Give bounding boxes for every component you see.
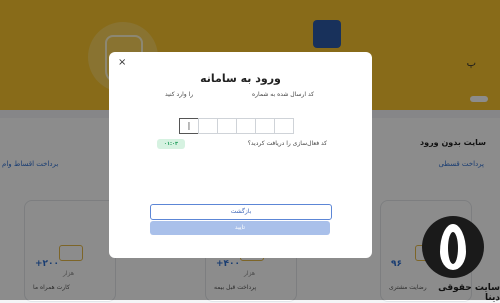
otp-digit-input[interactable] <box>236 118 256 134</box>
watermark-text: سایت حقوقی دینا <box>438 283 500 303</box>
login-modal: × ورود به سامانه کد ارسال شده به شماره ر… <box>109 52 372 258</box>
leaf-inner-shape <box>448 232 458 264</box>
resend-question: کد فعال‌سازی را دریافت کردید؟ <box>247 140 327 147</box>
otp-digit-input[interactable] <box>179 118 199 134</box>
otp-instruction-start: کد ارسال شده به شماره <box>252 91 314 98</box>
countdown-timer: ۰۱:۰۳ <box>157 139 185 149</box>
otp-digit-input[interactable] <box>255 118 275 134</box>
back-button[interactable]: بازگشت <box>150 204 332 220</box>
otp-digit-input[interactable] <box>198 118 218 134</box>
close-icon[interactable]: × <box>118 58 126 68</box>
modal-title: ورود به سامانه <box>200 72 281 85</box>
otp-digit-input[interactable] <box>217 118 237 134</box>
otp-instruction-end: را وارد کنید <box>165 91 194 98</box>
otp-digit-input[interactable] <box>274 118 294 134</box>
otp-input-group <box>179 118 294 134</box>
confirm-button[interactable]: تایید <box>150 221 330 235</box>
site-logo-icon <box>422 216 484 278</box>
